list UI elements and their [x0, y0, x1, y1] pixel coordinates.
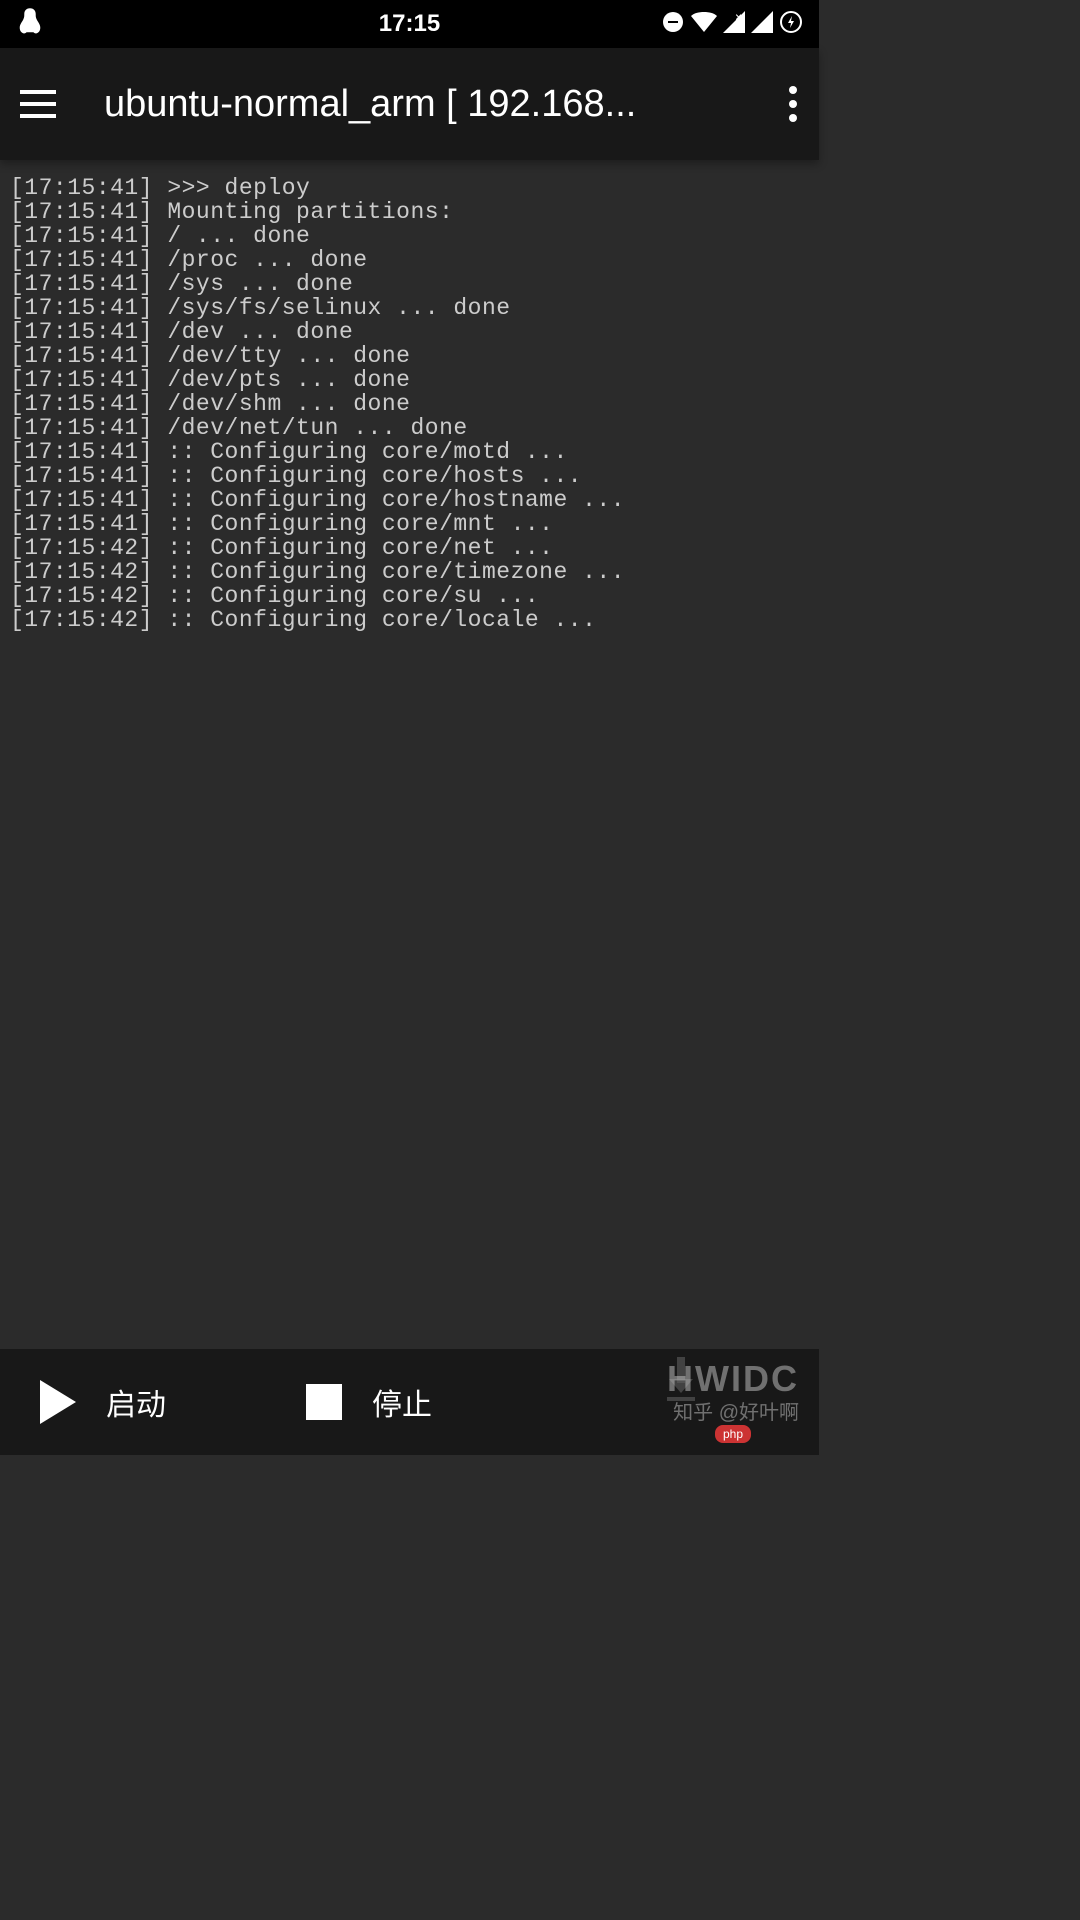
- start-button[interactable]: 启动: [0, 1349, 206, 1455]
- status-right: ×: [661, 10, 803, 38]
- terminal-output[interactable]: [17:15:41] >>> deploy [17:15:41] Mountin…: [0, 160, 819, 648]
- status-left: [16, 6, 44, 42]
- app-bar: ubuntu-normal_arm [ 192.168...: [0, 48, 819, 160]
- penguin-icon: [16, 6, 44, 42]
- play-icon: [40, 1380, 76, 1424]
- stop-label: 停止: [372, 1380, 432, 1424]
- wifi-icon: [691, 12, 717, 36]
- signal-nodata-icon: ×: [723, 11, 745, 37]
- start-label: 启动: [106, 1380, 166, 1424]
- status-time: 17:15: [379, 10, 440, 38]
- watermark: HWIDC 知乎 @好叶啊: [667, 1358, 799, 1425]
- hamburger-menu-icon[interactable]: [20, 90, 56, 118]
- watermark-author: 知乎 @好叶啊: [667, 1396, 799, 1425]
- svg-text:×: ×: [735, 11, 742, 24]
- battery-icon: [779, 10, 803, 38]
- signal-icon: [751, 11, 773, 37]
- php-badge: php: [715, 1425, 751, 1443]
- stop-button[interactable]: 停止: [266, 1349, 472, 1455]
- watermark-brand: HWIDC: [667, 1358, 799, 1400]
- status-bar: 17:15 ×: [0, 0, 819, 48]
- dnd-icon: [661, 10, 685, 38]
- more-menu-icon[interactable]: [779, 76, 799, 132]
- stop-icon: [306, 1384, 342, 1420]
- app-title: ubuntu-normal_arm [ 192.168...: [104, 83, 759, 126]
